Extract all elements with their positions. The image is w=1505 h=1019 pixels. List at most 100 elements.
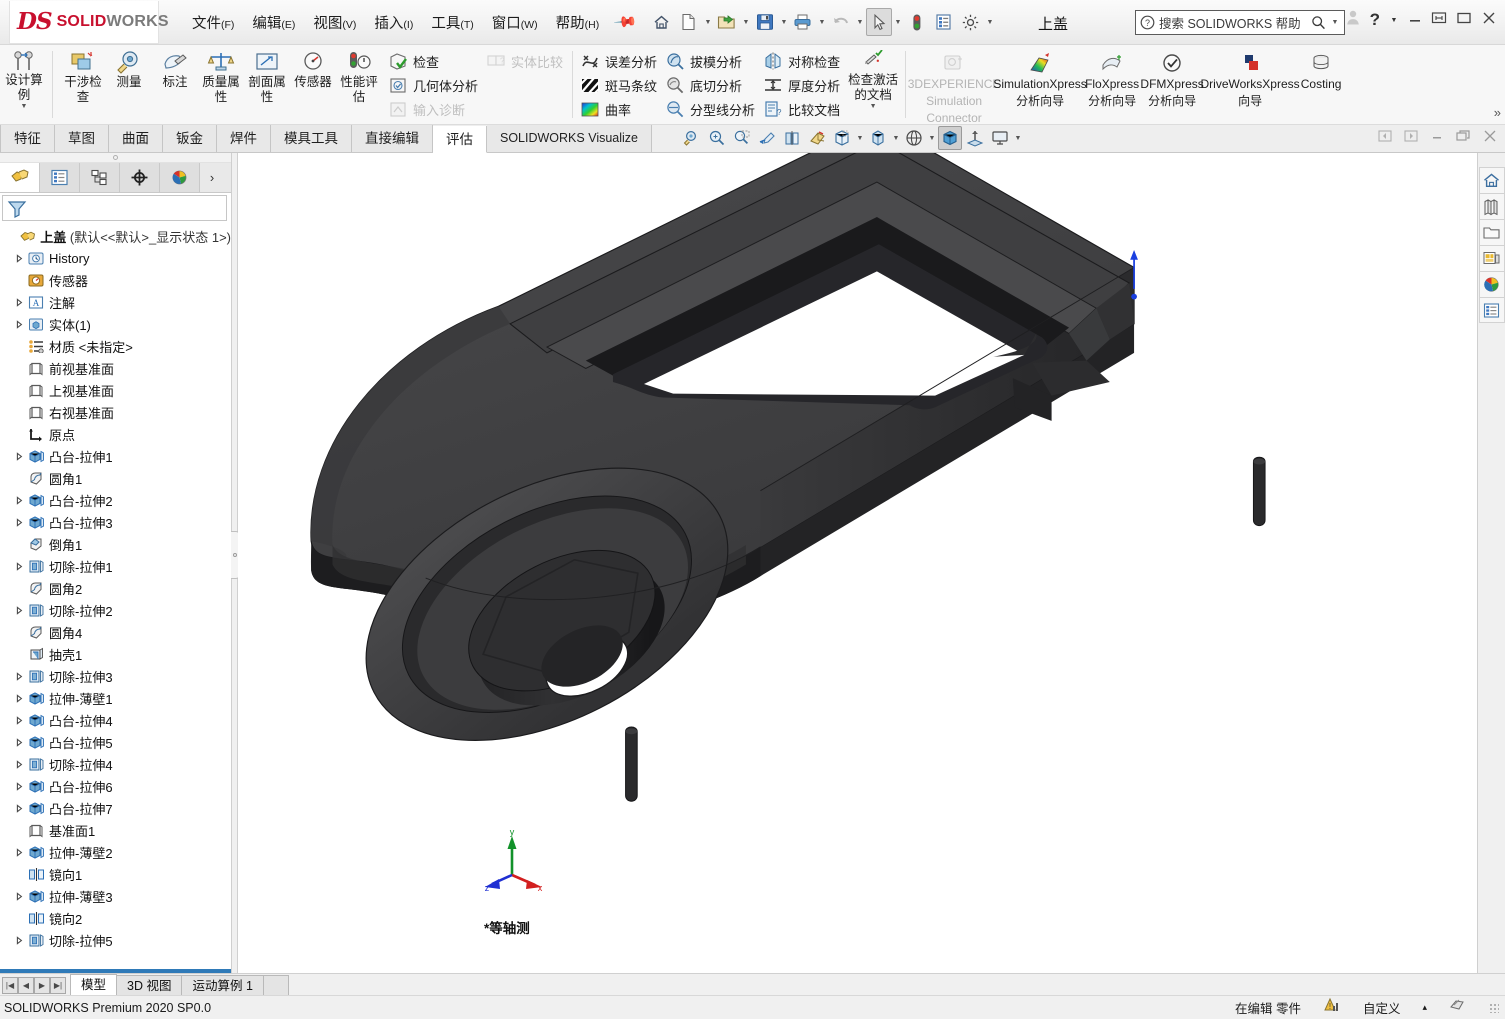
resize-grip[interactable]: [1489, 1002, 1499, 1013]
menu-insert[interactable]: 插入(I): [365, 8, 422, 37]
tree-node[interactable]: 倒角1: [0, 533, 231, 555]
zoom-to-fit-icon[interactable]: [680, 126, 704, 150]
zoom-to-area-icon[interactable]: [705, 126, 729, 150]
curvature-button[interactable]: 曲率: [577, 97, 662, 121]
restore-window-icon[interactable]: [1456, 129, 1471, 148]
expand-toggle-icon[interactable]: [12, 891, 26, 901]
status-units-text[interactable]: 自定义: [1363, 998, 1401, 1017]
tab-3d-views[interactable]: 3D 视图: [116, 975, 183, 995]
expand-toggle-icon[interactable]: [12, 693, 26, 703]
model-3d-view[interactable]: [238, 153, 1477, 973]
first-icon[interactable]: |◀: [2, 977, 18, 994]
tab-motion-study[interactable]: 运动算例 1: [181, 975, 264, 995]
expand-toggle-icon[interactable]: [12, 715, 26, 725]
help-search-box[interactable]: ? 搜索 SOLIDWORKS 帮助 ▼: [1135, 10, 1345, 35]
expand-toggle-icon[interactable]: [12, 759, 26, 769]
save-dropdown-caret[interactable]: ▼: [779, 19, 789, 26]
rebuild-status-icon[interactable]: !: [1323, 997, 1341, 1019]
expand-toggle-icon[interactable]: [12, 319, 26, 329]
feature-tree-filter[interactable]: [2, 195, 227, 221]
parting-line-analysis-button[interactable]: 分型线分析: [662, 97, 760, 121]
section-properties-button[interactable]: 剖面属 性: [244, 47, 290, 104]
display-style-icon[interactable]: [830, 126, 854, 150]
costing-button[interactable]: Costing: [1295, 47, 1347, 91]
tree-node[interactable]: 上视基准面: [0, 379, 231, 401]
prev-window-icon[interactable]: [1378, 129, 1392, 148]
pin-icon[interactable]: 📌: [613, 9, 639, 35]
tab-direct-editing[interactable]: 直接编辑: [352, 125, 433, 152]
thickness-analysis-button[interactable]: 厚度分析: [760, 73, 845, 97]
next-window-icon[interactable]: [1404, 129, 1418, 148]
view-orientation-icon[interactable]: [805, 126, 829, 150]
tree-node[interactable]: 抽壳1: [0, 643, 231, 665]
tree-node[interactable]: History: [0, 247, 231, 269]
home-icon[interactable]: [649, 8, 675, 36]
tree-node[interactable]: 凸台-拉伸4: [0, 709, 231, 731]
mass-properties-button[interactable]: 质量属 性: [198, 47, 244, 104]
feature-manager-grip[interactable]: [0, 153, 231, 163]
file-explorer-icon[interactable]: [1478, 219, 1505, 245]
tab-evaluate[interactable]: 评估: [433, 126, 487, 153]
prev-icon[interactable]: ◀: [18, 977, 34, 994]
view-palette-icon[interactable]: [1478, 245, 1505, 271]
graphics-area[interactable]: y x z *等轴测: [238, 153, 1477, 973]
appearance-dropdown-caret[interactable]: ▼: [927, 135, 937, 142]
display-manager-tab[interactable]: [160, 163, 200, 192]
new-document-icon[interactable]: [676, 8, 702, 36]
tree-node[interactable]: 凸台-拉伸6: [0, 775, 231, 797]
tree-node[interactable]: 切除-拉伸3: [0, 665, 231, 687]
options-gear-icon[interactable]: [958, 8, 984, 36]
search-dropdown-caret[interactable]: ▼: [1330, 19, 1340, 26]
expand-toggle-icon[interactable]: [12, 495, 26, 505]
tree-node[interactable]: 原点: [0, 423, 231, 445]
menu-window[interactable]: 窗口(W): [483, 8, 547, 37]
tree-node[interactable]: 切除-拉伸5: [0, 929, 231, 951]
rebuild-icon[interactable]: [904, 8, 930, 36]
tree-node[interactable]: 切除-拉伸4: [0, 753, 231, 775]
expand-toggle-icon[interactable]: [12, 561, 26, 571]
close-window-icon[interactable]: [1483, 129, 1497, 148]
tree-root-node[interactable]: 上盖 (默认<<默认>_显示状态 1>): [0, 225, 231, 247]
hide-show-items-icon[interactable]: [866, 126, 890, 150]
user-icon[interactable]: [1345, 9, 1361, 31]
check-active-document-button[interactable]: 检查激活 的文档 ▼: [848, 47, 898, 110]
tree-node[interactable]: A 注解: [0, 291, 231, 313]
status-units-caret[interactable]: ▴: [1422, 1002, 1427, 1013]
expand-toggle-icon[interactable]: [12, 517, 26, 527]
menu-view[interactable]: 视图(V): [304, 8, 365, 37]
property-manager-tab[interactable]: [40, 163, 80, 192]
sensor-button[interactable]: 传感器: [290, 47, 336, 89]
menu-tools[interactable]: 工具(T): [422, 8, 482, 37]
close-icon[interactable]: [1481, 10, 1497, 31]
new-document-dropdown-caret[interactable]: ▼: [703, 19, 713, 26]
tree-node[interactable]: 凸台-拉伸2: [0, 489, 231, 511]
undo-icon[interactable]: [828, 8, 854, 36]
expand-toggle-icon[interactable]: [12, 671, 26, 681]
solidworks-resources-icon[interactable]: [1478, 167, 1505, 193]
help-dropdown-caret[interactable]: ▼: [1389, 17, 1399, 24]
tab-sketch[interactable]: 草图: [55, 125, 109, 152]
markup-button[interactable]: 标注: [152, 47, 198, 89]
expand-toggle-icon[interactable]: [12, 297, 26, 307]
solidworks-logo[interactable]: DS SOLIDWORKS: [9, 0, 169, 44]
tree-node[interactable]: 镜向2: [0, 907, 231, 929]
dfmxpress-wizard-button[interactable]: DFMXpress 分析向导: [1139, 47, 1205, 108]
menu-file[interactable]: 文件(F): [183, 8, 243, 37]
simulationxpress-wizard-button[interactable]: SimulationXpress 分析向导: [993, 47, 1087, 108]
tree-node[interactable]: 凸台-拉伸3: [0, 511, 231, 533]
performance-evaluation-button[interactable]: 性能评 估: [336, 47, 382, 104]
print-dropdown-caret[interactable]: ▼: [817, 19, 827, 26]
tree-node[interactable]: 拉伸-薄壁2: [0, 841, 231, 863]
previous-view-icon[interactable]: [755, 126, 779, 150]
tab-add-placeholder[interactable]: [262, 975, 289, 995]
tree-node[interactable]: 前视基准面: [0, 357, 231, 379]
design-study-dropdown-caret[interactable]: ▼: [21, 103, 28, 110]
tab-sheet-metal[interactable]: 钣金: [163, 125, 217, 152]
tree-node[interactable]: 凸台-拉伸5: [0, 731, 231, 753]
geometry-analysis-button[interactable]: 几何体分析: [385, 73, 483, 97]
tree-node[interactable]: 切除-拉伸2: [0, 599, 231, 621]
expand-toggle-icon[interactable]: [12, 451, 26, 461]
draft-analysis-button[interactable]: 拔模分析: [662, 49, 760, 73]
symmetry-check-button[interactable]: 对称检查: [760, 49, 845, 73]
select-arrow-icon[interactable]: [865, 8, 892, 36]
